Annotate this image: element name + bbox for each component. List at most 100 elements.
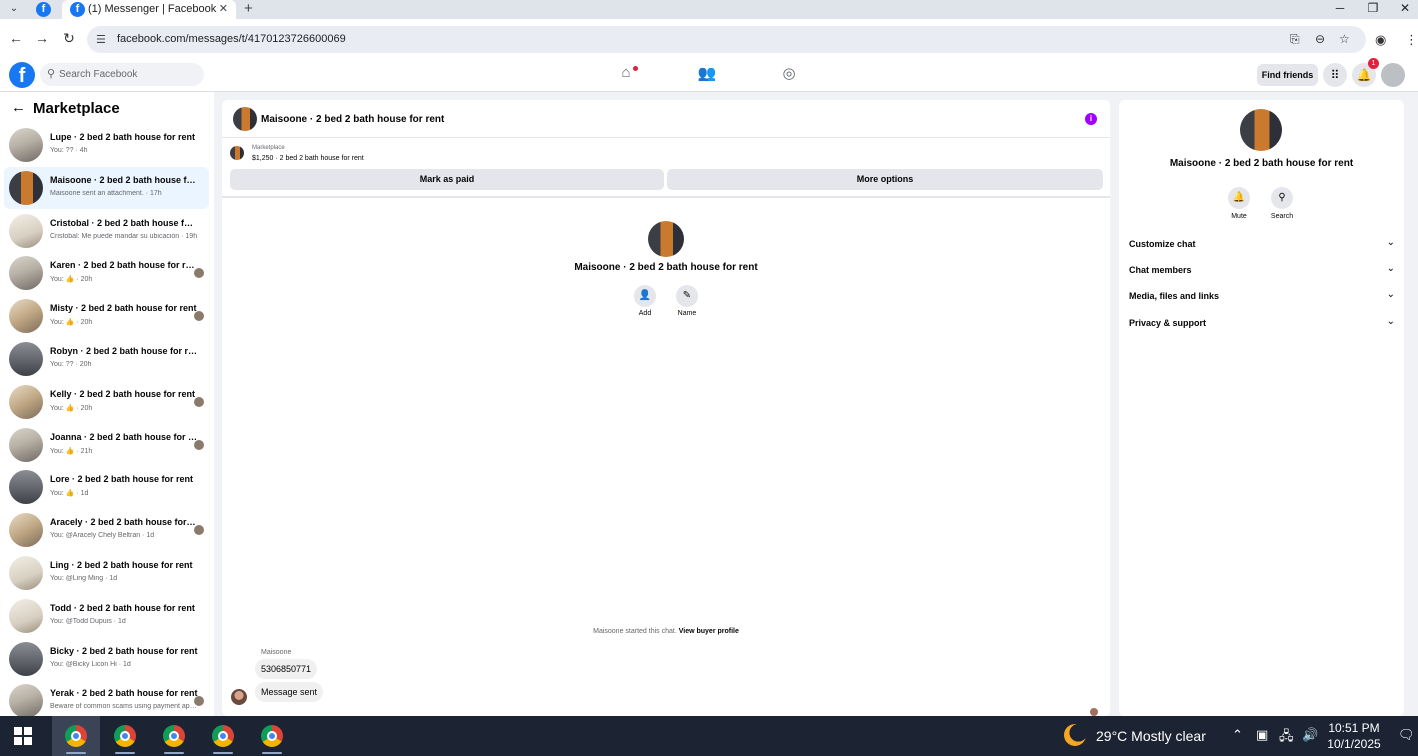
conversation-item[interactable]: Kelly · 2 bed 2 bath house for rent You: … [4, 381, 209, 423]
view-buyer-profile-link[interactable]: View buyer profile [679, 628, 739, 635]
conversation-item[interactable]: Todd · 2 bed 2 bath house for rent You: @… [4, 595, 209, 637]
message-bubble[interactable]: 5306850771 [255, 659, 318, 679]
reload-icon[interactable]: ↻ [59, 30, 79, 47]
conversation-item[interactable]: Yerak · 2 bed 2 bath house for rent Bewar… [4, 680, 209, 716]
conversation-thumbnail [9, 384, 43, 419]
bookmark-star-icon[interactable]: ☆ [1339, 32, 1350, 46]
chevron-down-icon: ⌄ [1386, 263, 1395, 274]
mark-as-paid-button[interactable]: Mark as paid [230, 169, 664, 190]
account-avatar[interactable] [1381, 63, 1405, 87]
conversation-thumbnail [9, 556, 43, 590]
friends-icon[interactable]: 👥 [695, 64, 719, 86]
chrome-icon [261, 725, 283, 747]
name-chat-button[interactable]: ✎ Name [676, 285, 698, 317]
active-browser-tab[interactable]: f (1) Messenger | Facebook ✕ [62, 0, 236, 19]
conversation-thumbnail [9, 299, 43, 334]
weather-moon-icon[interactable] [1064, 724, 1086, 746]
conversation-item[interactable]: Lupe · 2 bed 2 bath house for rent You: ?… [4, 124, 209, 166]
conversation-item[interactable]: Lore · 2 bed 2 bath house for rent You: 👍… [4, 466, 209, 508]
taskbar-chrome-window[interactable] [150, 716, 198, 756]
chevron-down-icon: ⌄ [1386, 237, 1395, 248]
accordion-media-files-links[interactable]: Media, files and links ⌄ [1129, 289, 1395, 305]
restore-icon[interactable]: ❐ [1358, 1, 1388, 15]
network-icon[interactable]: 🖧 [1279, 727, 1294, 749]
marketplace-label: Marketplace [252, 145, 285, 151]
groups-icon[interactable]: ◎ [777, 64, 801, 86]
listing-thumbnail[interactable] [230, 146, 244, 160]
install-app-icon[interactable]: ⎘ [1290, 32, 1300, 47]
conversation-item[interactable]: Ling · 2 bed 2 bath house for rent You: @… [4, 552, 209, 594]
close-tab-icon[interactable]: ✕ [219, 2, 228, 15]
pencil-icon: ✎ [676, 285, 698, 307]
browser-tabstrip: ⌄ f f (1) Messenger | Facebook ✕ + ─ ❐ ✕ [0, 0, 1418, 19]
accordion-label: Customize chat [1129, 239, 1196, 249]
find-friends-button[interactable]: Find friends [1257, 64, 1318, 86]
site-info-icon[interactable]: ☰ [96, 33, 106, 46]
browser-menu-icon[interactable]: ⋮ [1405, 32, 1418, 48]
conversation-name: Bicky · 2 bed 2 bath house for rent [50, 645, 198, 656]
address-bar[interactable]: ☰ facebook.com/messages/t/41701237266000… [87, 26, 1366, 53]
tab-search-icon[interactable]: ⌄ [6, 2, 22, 16]
conversation-item[interactable]: Aracely · 2 bed 2 bath house for rent You… [4, 509, 209, 551]
conversation-item[interactable]: Misty · 2 bed 2 bath house for rent You: … [4, 295, 209, 337]
minimize-icon[interactable]: ─ [1325, 1, 1355, 15]
taskbar-chrome-window[interactable] [199, 716, 247, 756]
menu-grid-icon[interactable]: ⠿ [1323, 63, 1347, 87]
conversation-name: Maisoone · 2 bed 2 bath house for rent [50, 174, 198, 185]
conversation-preview: You: 👍 · 1d [50, 490, 89, 498]
message-bubble[interactable]: Message sent [255, 682, 324, 702]
read-receipt-avatar [194, 396, 204, 407]
chat-title[interactable]: Maisoone · 2 bed 2 bath house for rent [261, 114, 444, 125]
close-window-icon[interactable]: ✕ [1390, 1, 1418, 15]
conversation-item[interactable]: Joanna · 2 bed 2 bath house for rent You:… [4, 424, 209, 466]
conversation-item[interactable]: Bicky · 2 bed 2 bath house for rent You: … [4, 638, 209, 680]
back-icon[interactable]: ← [6, 30, 26, 46]
conversation-item[interactable]: Karen · 2 bed 2 bath house for rent You: … [4, 252, 209, 294]
back-arrow-icon[interactable]: ← [11, 99, 26, 116]
conversation-name: Kelly · 2 bed 2 bath house for rent [50, 388, 196, 399]
conversation-thumbnail [9, 684, 43, 716]
bell-icon: 🔔 [1228, 187, 1250, 209]
details-avatar[interactable] [1240, 109, 1282, 151]
weather-text[interactable]: 29°C Mostly clear [1096, 728, 1206, 744]
tray-device-icon[interactable]: ▣ [1256, 727, 1268, 743]
conversation-item[interactable]: Robyn · 2 bed 2 bath house for rent You: … [4, 338, 209, 380]
tray-chevron-up-icon[interactable]: ⌃ [1232, 727, 1243, 743]
facebook-tab-icon[interactable]: f [36, 2, 51, 17]
windows-start-icon[interactable] [14, 727, 32, 745]
taskbar-chrome-window[interactable] [52, 716, 100, 756]
conversation-name: Lore · 2 bed 2 bath house for rent [50, 474, 194, 485]
listing-price-title[interactable]: $1,250 · 2 bed 2 bath house for rent [252, 155, 364, 162]
accordion-customize-chat[interactable]: Customize chat ⌄ [1129, 237, 1395, 253]
forward-icon[interactable]: → [32, 30, 52, 46]
action-center-icon[interactable]: 🗨 [1398, 727, 1415, 743]
taskbar-clock[interactable]: 10:51 PM 10/1/2025 [1326, 720, 1382, 752]
more-options-button[interactable]: More options [667, 169, 1103, 190]
search-in-chat-button[interactable]: ⚲ Search [1271, 187, 1293, 220]
taskbar-chrome-window[interactable] [101, 716, 149, 756]
browser-profile-icon[interactable]: ◉ [1375, 32, 1386, 48]
conversation-item[interactable]: Cristobal · 2 bed 2 bath house for rent C… [4, 210, 209, 252]
chat-avatar[interactable] [233, 107, 257, 131]
conversation-preview: You: @Todd Dupuis · 1d [50, 617, 126, 625]
add-people-button[interactable]: 👤 Add [634, 285, 656, 317]
new-tab-button[interactable]: + [244, 0, 253, 17]
facebook-logo-icon[interactable]: f [9, 62, 35, 88]
read-receipt-avatar [194, 439, 204, 450]
chevron-down-icon: ⌄ [1386, 289, 1395, 300]
read-receipt-avatar [194, 268, 204, 279]
conversation-item[interactable]: Maisoone · 2 bed 2 bath house for rent Ma… [4, 166, 209, 209]
accordion-chat-members[interactable]: Chat members ⌄ [1129, 263, 1395, 279]
url-text[interactable]: facebook.com/messages/t/4170123726600069 [117, 33, 346, 45]
accordion-privacy-support[interactable]: Privacy & support ⌄ [1129, 316, 1395, 332]
marketplace-inbox-sidebar: ← Marketplace Lupe · 2 bed 2 bath house … [0, 92, 214, 716]
name-label: Name [677, 310, 697, 317]
home-icon[interactable]: ⌂ [614, 64, 638, 86]
taskbar-chrome-window[interactable] [248, 716, 296, 756]
volume-icon[interactable]: 🔊 [1302, 727, 1318, 743]
mute-button[interactable]: 🔔 Mute [1228, 187, 1250, 220]
clock-date: 10/1/2025 [1327, 737, 1381, 751]
facebook-search-input[interactable]: ⚲ Search Facebook [40, 63, 204, 86]
conversation-info-icon[interactable]: i [1085, 113, 1097, 125]
zoom-icon[interactable]: ⊖ [1315, 32, 1325, 46]
